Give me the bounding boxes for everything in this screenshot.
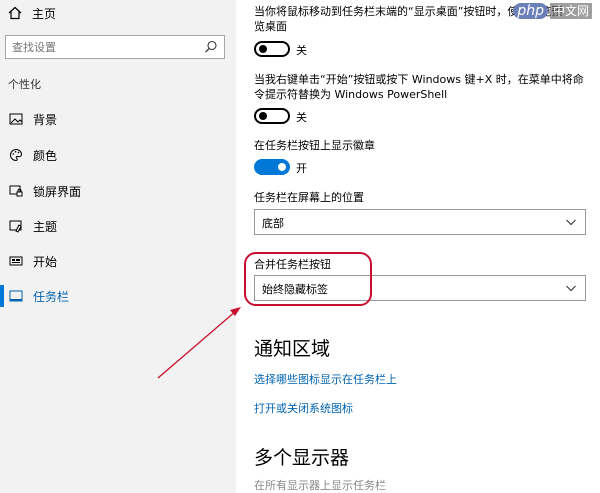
show-taskbar-all-displays-label: 在所有显示器上显示任务栏 [254, 479, 386, 492]
group-title: 个性化 [8, 78, 41, 91]
settings-main: 当你将鼠标移动到任务栏末端的“显示桌面”按钮时，使用速览预 览桌面 关 当我右键… [236, 0, 600, 493]
taskbar-icon [9, 290, 23, 302]
search-icon[interactable] [204, 40, 218, 54]
home-icon [8, 6, 22, 20]
badges-toggle[interactable] [254, 159, 290, 175]
dropdown-selected-value: 底部 [262, 217, 284, 230]
chevron-down-icon [566, 285, 576, 292]
sidebar: 主页 个性化 背景 颜色 锁屏界面 [0, 0, 236, 493]
sidebar-item-label: 任务栏 [33, 290, 70, 304]
palette-icon [10, 148, 23, 162]
powershell-setting-label-line1: 当我右键单击“开始”按钮或按下 Windows 键+X 时，在菜单中将命 [254, 73, 584, 86]
badges-toggle-state: 开 [296, 162, 307, 175]
powershell-setting-label-line2: 令提示符替换为 Windows PowerShell [254, 88, 448, 101]
search-input[interactable] [6, 36, 208, 58]
lock-screen-icon [9, 185, 23, 197]
sidebar-item-colors[interactable]: 颜色 [0, 144, 236, 166]
image-icon [9, 113, 23, 125]
sidebar-item-label: 颜色 [33, 149, 58, 163]
theme-icon [9, 220, 22, 233]
taskbar-position-dropdown[interactable]: 底部 [254, 209, 586, 235]
sidebar-item-label: 背景 [33, 113, 58, 127]
sidebar-item-themes[interactable]: 主题 [0, 215, 236, 237]
powershell-toggle-state: 关 [296, 111, 307, 124]
powershell-toggle[interactable] [254, 108, 290, 124]
select-taskbar-icons-link[interactable]: 选择哪些图标显示在任务栏上 [254, 371, 397, 387]
sidebar-item-label: 开始 [33, 255, 58, 269]
badges-setting-label: 在任务栏按钮上显示徽章 [254, 139, 375, 152]
watermark-logo: php 中文网 [513, 2, 592, 19]
home-nav-item[interactable]: 主页 [8, 4, 56, 22]
sidebar-item-lock-screen[interactable]: 锁屏界面 [0, 180, 236, 202]
chevron-down-icon [566, 219, 576, 226]
search-box[interactable] [5, 35, 225, 59]
peek-setting-label-line2: 览桌面 [254, 20, 287, 33]
peek-toggle-state: 关 [296, 44, 307, 57]
sidebar-item-label: 主题 [33, 220, 58, 234]
start-icon [9, 256, 23, 266]
sidebar-item-background[interactable]: 背景 [0, 108, 236, 130]
annotation-highlight [244, 252, 372, 306]
home-label: 主页 [32, 6, 57, 21]
peek-toggle[interactable] [254, 41, 290, 57]
sidebar-item-label: 锁屏界面 [33, 185, 82, 199]
watermark-text-php: php [513, 3, 548, 19]
position-setting-label: 任务栏在屏幕上的位置 [254, 191, 364, 204]
notification-area-heading: 通知区域 [254, 338, 331, 360]
watermark-text-cn: 中文网 [549, 3, 592, 19]
system-icons-link[interactable]: 打开或关闭系统图标 [254, 400, 353, 416]
multiple-displays-heading: 多个显示器 [254, 447, 350, 469]
sidebar-item-taskbar[interactable]: 任务栏 [0, 285, 236, 307]
sidebar-item-start[interactable]: 开始 [0, 250, 236, 272]
